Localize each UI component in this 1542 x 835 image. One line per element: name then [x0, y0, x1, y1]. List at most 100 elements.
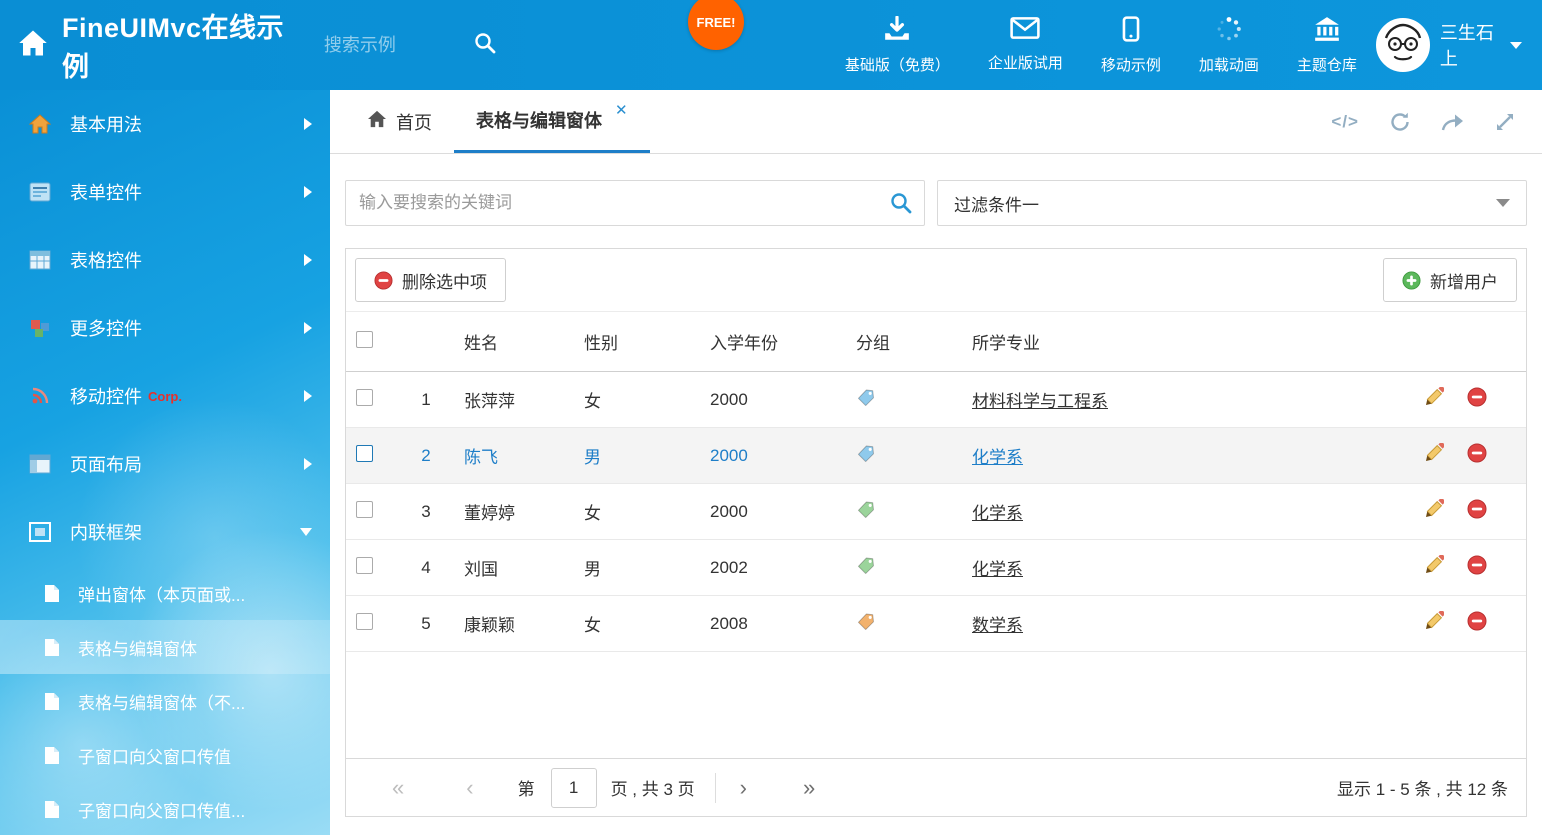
user-menu[interactable]: 三生石上 [1376, 18, 1522, 72]
first-page-icon[interactable]: « [392, 777, 404, 799]
select-all-checkbox[interactable] [356, 331, 373, 348]
record-count-text: 显示 1 - 5 条 , 共 12 条 [1337, 775, 1508, 800]
table-row[interactable]: 1 张萍萍 女 2000 材料科学与工程系 [346, 372, 1526, 428]
table-row[interactable]: 5 康颖颖 女 2008 数学系 [346, 596, 1526, 652]
add-user-button[interactable]: 新增用户 [1383, 258, 1517, 302]
share-icon[interactable] [1441, 112, 1465, 132]
corp-badge: Corp. [148, 389, 182, 404]
major-link[interactable]: 数学系 [972, 616, 1023, 635]
tag-icon [856, 612, 875, 631]
user-name: 三生石上 [1440, 19, 1498, 71]
prev-page-icon[interactable]: ‹ [466, 777, 473, 799]
major-link[interactable]: 化学系 [972, 560, 1023, 579]
search-icon[interactable] [474, 32, 496, 59]
delete-icon[interactable] [1467, 611, 1487, 636]
major-link[interactable]: 材料科学与工程系 [972, 392, 1108, 411]
envelope-icon [1010, 16, 1040, 45]
cell-gender: 女 [574, 484, 700, 540]
cell-year: 2002 [700, 540, 846, 596]
nav-item-mobile-demo[interactable]: 移动示例 [1082, 16, 1180, 75]
nav-item-label: 主题仓库 [1297, 54, 1357, 75]
nav-item-loading-anim[interactable]: 加载动画 [1180, 16, 1278, 75]
download-icon [883, 16, 911, 47]
close-icon[interactable]: ✕ [615, 101, 628, 119]
cell-gender: 女 [574, 596, 700, 652]
chevron-right-icon [304, 186, 312, 198]
sidebar-item-basic-usage[interactable]: 基本用法 [0, 90, 330, 158]
mobile-icon [1122, 16, 1140, 47]
edit-icon[interactable] [1424, 499, 1444, 524]
search-icon[interactable] [890, 192, 912, 219]
chevron-right-icon [304, 254, 312, 266]
keyword-search-input[interactable] [345, 180, 925, 226]
cell-gender: 女 [574, 372, 700, 428]
row-checkbox[interactable] [356, 501, 373, 518]
table-row[interactable]: 4 刘国 男 2002 化学系 [346, 540, 1526, 596]
nav-item-label: 企业版试用 [988, 52, 1063, 73]
sidebar-subitem-child-to-parent[interactable]: 子窗口向父窗口传值 [0, 728, 330, 782]
cell-year: 2008 [700, 596, 846, 652]
grid-panel: 删除选中项 新增用户 [345, 248, 1527, 817]
sidebar-item-page-layout[interactable]: 页面布局 [0, 430, 330, 498]
avatar[interactable] [1376, 18, 1430, 72]
page-count-text: 页 , 共 3 页 [611, 775, 695, 800]
home-icon [367, 110, 387, 133]
chevron-down-icon [300, 528, 312, 536]
chevron-right-icon [304, 458, 312, 470]
sidebar-subitem-grid-edit-window[interactable]: 表格与编辑窗体 [0, 620, 330, 674]
next-page-icon[interactable]: › [740, 777, 747, 799]
sidebar-item-more-controls[interactable]: 更多控件 [0, 294, 330, 362]
delete-selected-button[interactable]: 删除选中项 [355, 258, 506, 302]
edit-icon[interactable] [1424, 555, 1444, 580]
source-code-icon[interactable]: </> [1331, 112, 1359, 132]
cell-name: 陈飞 [454, 428, 574, 484]
major-link[interactable]: 化学系 [972, 504, 1023, 523]
tag-icon [856, 444, 875, 463]
col-group: 分组 [846, 312, 962, 372]
cell-gender: 男 [574, 428, 700, 484]
row-checkbox[interactable] [356, 389, 373, 406]
app-title: FineUIMvc在线示例 [62, 6, 290, 84]
row-checkbox[interactable] [356, 445, 373, 462]
header-search[interactable] [324, 32, 496, 59]
sidebar-subitem-grid-edit-window-2[interactable]: 表格与编辑窗体（不... [0, 674, 330, 728]
page-content: 过滤条件一 删除选中项 新增用户 [330, 154, 1542, 835]
sidebar-subitem-child-to-parent-2[interactable]: 子窗口向父窗口传值... [0, 782, 330, 835]
header-search-input[interactable] [324, 35, 464, 56]
sidebar-subitem-popup-window[interactable]: 弹出窗体（本页面或... [0, 566, 330, 620]
nav-item-theme-repo[interactable]: 主题仓库 [1278, 16, 1376, 75]
delete-icon[interactable] [1467, 499, 1487, 524]
page-number-input[interactable] [551, 768, 597, 808]
chevron-down-icon [1510, 42, 1522, 49]
nav-item-enterprise-trial[interactable]: 企业版试用 [969, 16, 1082, 75]
tag-icon [856, 500, 875, 519]
sidebar-item-form-controls[interactable]: 表单控件 [0, 158, 330, 226]
tab-bar: 首页 表格与编辑窗体 ✕ </> [330, 90, 1542, 154]
sidebar-item-iframe[interactable]: 内联框架 [0, 498, 330, 566]
divider [715, 773, 716, 803]
tab-home[interactable]: 首页 [345, 90, 454, 153]
last-page-icon[interactable]: » [803, 777, 815, 799]
delete-icon[interactable] [1467, 555, 1487, 580]
edit-icon[interactable] [1424, 611, 1444, 636]
tab-grid-edit-window[interactable]: 表格与编辑窗体 ✕ [454, 90, 650, 153]
edit-icon[interactable] [1424, 387, 1444, 412]
cell-name: 董婷婷 [454, 484, 574, 540]
delete-icon[interactable] [1467, 387, 1487, 412]
delete-icon[interactable] [1467, 443, 1487, 468]
sidebar-item-grid-controls[interactable]: 表格控件 [0, 226, 330, 294]
table-row[interactable]: 2 陈飞 男 2000 化学系 [346, 428, 1526, 484]
row-checkbox[interactable] [356, 613, 373, 630]
expand-icon[interactable] [1495, 112, 1515, 132]
nav-item-basic-free[interactable]: 基础版（免费） [826, 16, 969, 75]
major-link[interactable]: 化学系 [972, 448, 1023, 467]
home-icon[interactable] [18, 29, 48, 62]
col-year: 入学年份 [700, 312, 846, 372]
sidebar-item-mobile-controls[interactable]: 移动控件 Corp. [0, 362, 330, 430]
edit-icon[interactable] [1424, 443, 1444, 468]
row-checkbox[interactable] [356, 557, 373, 574]
table-row[interactable]: 3 董婷婷 女 2000 化学系 [346, 484, 1526, 540]
tag-icon [856, 556, 875, 575]
filter-dropdown[interactable]: 过滤条件一 [937, 180, 1527, 226]
refresh-icon[interactable] [1389, 111, 1411, 133]
